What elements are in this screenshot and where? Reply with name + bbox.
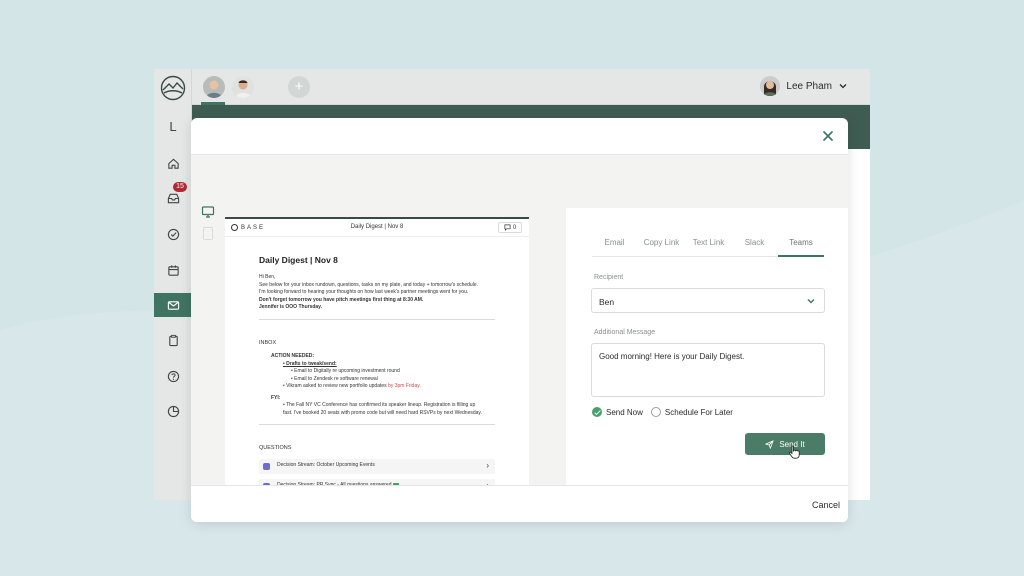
chevron-down-icon [839, 84, 847, 89]
inbox-icon [167, 193, 179, 203]
person-avatar-icon [760, 76, 781, 96]
sidebar-item-analytics[interactable] [154, 399, 192, 423]
send-it-button[interactable]: Send It [745, 433, 825, 455]
sidebar-item-calendar[interactable] [154, 258, 192, 282]
share-digest-modal: BASE Daily Digest | Nov 8 0 Daily Digest… [191, 118, 848, 522]
help-icon [167, 370, 179, 382]
close-icon[interactable] [820, 128, 836, 144]
schedule-later-label[interactable]: Schedule For Later [665, 408, 733, 417]
divider [259, 318, 495, 320]
mobile-view-toggle[interactable] [203, 227, 213, 240]
inbox-count-badge: 15 [173, 182, 187, 192]
hand-cursor-icon [788, 445, 800, 459]
avatar-executive-1[interactable] [203, 76, 225, 98]
tab-text-link[interactable]: Text Link [686, 236, 731, 256]
schedule-later-radio[interactable] [650, 407, 661, 417]
sidebar-item-tasks[interactable] [154, 222, 192, 246]
mail-icon [167, 300, 179, 310]
intro-bold-2: Jennifer is OOO Thursday. [259, 304, 322, 310]
divider [259, 424, 495, 425]
comment-icon [504, 224, 511, 231]
tab-copy-link[interactable]: Copy Link [637, 236, 686, 256]
drafts-label: • Drafts to tweak/send: [283, 360, 337, 367]
intro-line-1: See below for your inbox rundown, questi… [259, 281, 478, 288]
preview-header: BASE Daily Digest | Nov 8 0 [225, 219, 529, 237]
recipient-value: Ben [599, 297, 615, 307]
user-avatar [760, 76, 781, 96]
fyi-item-line-1: • The Fall NY VC Conference has confirme… [283, 402, 476, 408]
share-panel: Email Copy Link Text Link Slack Teams Re… [566, 208, 848, 522]
sidebar-item-home[interactable] [154, 151, 192, 175]
pie-chart-icon [167, 405, 179, 417]
draft-item-1: • Email to Digitally re upcoming investm… [291, 368, 400, 374]
person-avatar-icon [203, 76, 225, 98]
fyi-label: FYI: [271, 394, 281, 401]
sidebar-item-inbox[interactable]: 15 [154, 182, 192, 210]
inbox-heading: INBOX [259, 339, 277, 346]
decision-stream-row[interactable]: Decision Stream: October Upcoming Events… [259, 458, 495, 474]
sidebar-item-mail[interactable] [154, 293, 192, 317]
tab-email[interactable]: Email [592, 236, 637, 256]
paper-plane-icon [765, 439, 775, 449]
mountain-logo-icon[interactable] [160, 75, 186, 101]
chevron-right-icon: › [486, 460, 489, 470]
top-bar: + Lee Pham [192, 69, 870, 105]
preview-header-title: Daily Digest | Nov 8 [350, 224, 404, 230]
send-timing-options: Send Now Schedule For Later [592, 407, 733, 417]
questions-heading: QUESTIONS [259, 445, 292, 451]
intro-line-2: I'm looking forward to hearing your thou… [259, 289, 469, 295]
comment-count: 0 [512, 224, 517, 231]
digest-title: Daily Digest | Nov 8 [259, 255, 338, 265]
check-circle-icon [167, 228, 179, 240]
sidebar-item-notes[interactable] [154, 328, 192, 352]
share-tabs: Email Copy Link Text Link Slack Teams [592, 236, 824, 257]
vikram-due-date: by 3pm Friday. [388, 383, 421, 389]
home-icon [167, 158, 179, 169]
draft-item-1-text: Email to Digitally re upcoming investmen… [294, 368, 400, 374]
vikram-item-text: Vikram asked to review new portfolio upd… [286, 383, 387, 389]
chevron-down-icon [807, 299, 815, 304]
greeting: Hi Ben, [259, 274, 276, 280]
recipient-select[interactable]: Ben [591, 288, 825, 313]
workspace-letter[interactable]: L [154, 119, 192, 134]
preview-content: Daily Digest | Nov 8 Hi Ben, See below f… [259, 255, 495, 509]
draft-item-2: • Email to Zendesk re software renewal [291, 375, 378, 382]
tab-teams[interactable]: Teams [778, 236, 824, 257]
vikram-item: • Vikram asked to review new portfolio u… [283, 383, 421, 389]
tab-slack[interactable]: Slack [731, 236, 778, 256]
recipient-label: Recipient [594, 274, 624, 281]
comment-count-button[interactable]: 0 [498, 222, 522, 233]
draft-item-2-text: Email to Zendesk re software renewal [294, 375, 378, 382]
user-menu[interactable]: Lee Pham [760, 76, 848, 96]
person-avatar-icon [232, 76, 254, 98]
sidebar-item-help[interactable] [154, 364, 192, 388]
digest-preview: BASE Daily Digest | Nov 8 0 Daily Digest… [225, 217, 529, 522]
drafts-text: Drafts to tweak/send: [286, 360, 337, 367]
fyi-item-line-1-text: The Fall NY VC Conference has confirmed … [286, 402, 476, 408]
user-name: Lee Pham [786, 80, 832, 92]
decision-stream-icon [263, 462, 270, 470]
clipboard-icon [168, 334, 178, 346]
sidebar: L 15 [154, 69, 192, 500]
intro-bold-1: Don't forget tomorrow you have pitch mee… [259, 296, 424, 303]
send-now-radio[interactable] [592, 407, 602, 417]
modal-footer: Cancel [191, 485, 848, 522]
message-label: Additional Message [594, 329, 656, 336]
fyi-item-line-2: fast. I've booked 20 seats with promo co… [283, 409, 482, 416]
modal-body: BASE Daily Digest | Nov 8 0 Daily Digest… [191, 155, 848, 522]
action-needed-label: ACTION NEEDED: [271, 353, 315, 359]
cancel-button[interactable]: Cancel [812, 500, 840, 510]
decision-stream-label: Decision Stream: October Upcoming Events [277, 462, 375, 469]
avatar-executive-2[interactable] [232, 76, 254, 98]
desktop-view-icon[interactable] [201, 205, 215, 219]
calendar-icon [167, 264, 179, 276]
add-executive-button[interactable]: + [288, 76, 310, 98]
message-textarea[interactable]: Good morning! Here is your Daily Digest. [591, 343, 825, 397]
send-now-label[interactable]: Send Now [606, 408, 643, 417]
